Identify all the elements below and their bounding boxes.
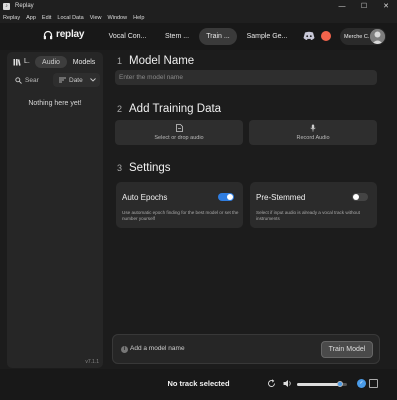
- search-input[interactable]: Sear: [15, 73, 52, 87]
- tab-vocal-conversion[interactable]: Vocal Con...: [100, 28, 155, 45]
- step-number: 2: [117, 104, 123, 114]
- maximize-button[interactable]: ☐: [353, 0, 375, 12]
- segment-audio[interactable]: Audio: [35, 56, 67, 68]
- title-bar: ♪ Replay — ☐ ✕: [0, 0, 397, 12]
- library-icon: [13, 59, 21, 66]
- auto-epochs-title: Auto Epochs: [122, 193, 168, 202]
- train-action-bar: i Add a model name Train Model: [112, 334, 380, 364]
- user-name: Merche C.: [344, 33, 370, 40]
- user-menu[interactable]: Merche C.: [340, 28, 386, 45]
- select-audio-button[interactable]: Select or drop audio: [115, 120, 243, 145]
- file-icon: [175, 124, 183, 132]
- section-title: Settings: [129, 162, 171, 174]
- window-controls: — ☐ ✕: [331, 0, 397, 12]
- info-icon: i: [121, 346, 128, 353]
- microphone-icon: [310, 124, 316, 132]
- player-bar: No track selected ✓: [0, 369, 397, 400]
- app-icon: ♪: [3, 2, 10, 10]
- avatar-image-icon: [370, 29, 385, 44]
- menu-local-data[interactable]: Local Data: [54, 15, 86, 21]
- pre-stemmed-title: Pre-Stemmed: [256, 193, 306, 202]
- auto-epochs-card: Auto Epochs Use automatic epoch finding …: [116, 182, 243, 228]
- step-number: 1: [117, 56, 123, 66]
- patreon-icon[interactable]: [321, 31, 331, 41]
- sort-label: Date: [69, 76, 83, 84]
- section-title: Model Name: [129, 55, 195, 67]
- library-label: L.: [24, 58, 30, 65]
- record-audio-label: Record Audio: [296, 135, 330, 141]
- sort-dropdown[interactable]: Date: [53, 73, 100, 87]
- section-title: Add Training Data: [129, 103, 222, 115]
- search-placeholder: Sear: [25, 76, 39, 84]
- pre-stemmed-card: Pre-Stemmed Select if input audio is alr…: [250, 182, 377, 228]
- step-number: 3: [117, 163, 123, 173]
- tab-train[interactable]: Train ...: [199, 28, 237, 45]
- train-panel: 1 Model Name Enter the model name 2 Add …: [107, 50, 392, 368]
- menu-replay[interactable]: Replay: [0, 15, 23, 21]
- empty-state-message: Nothing here yet!: [28, 100, 82, 107]
- train-model-button[interactable]: Train Model: [321, 341, 373, 358]
- select-audio-label: Select or drop audio: [154, 135, 204, 141]
- step-training-data-header: 2 Add Training Data: [117, 103, 221, 115]
- check-badge-icon[interactable]: ✓: [357, 379, 366, 388]
- step-settings-header: 3 Settings: [117, 162, 171, 174]
- app-header: replay Vocal Con... Stem ... Train ... S…: [0, 23, 397, 50]
- tab-sample-generator[interactable]: Sample Ge...: [241, 28, 293, 45]
- minimize-button[interactable]: —: [331, 0, 353, 12]
- step-model-name-header: 1 Model Name: [117, 55, 194, 67]
- menu-help[interactable]: Help: [130, 15, 147, 21]
- search-icon: [15, 76, 22, 84]
- chevron-down-icon: [89, 78, 96, 82]
- menu-edit[interactable]: Edit: [39, 15, 54, 21]
- headphones-icon: [43, 30, 53, 39]
- model-name-placeholder: Enter the model name: [119, 74, 183, 81]
- auto-epochs-toggle[interactable]: [218, 193, 234, 201]
- validation-hint: Add a model name: [130, 345, 185, 352]
- logo-text: replay: [56, 29, 85, 40]
- model-name-input[interactable]: Enter the model name: [115, 70, 377, 85]
- discord-icon[interactable]: [303, 31, 315, 41]
- volume-fill: [297, 383, 340, 386]
- auto-epochs-description: Use automatic epoch finding for the best…: [122, 210, 239, 221]
- tab-stem-splitter[interactable]: Stem ...: [158, 28, 196, 45]
- replay-logo: replay: [43, 29, 84, 40]
- avatar: [370, 29, 385, 44]
- menu-window[interactable]: Window: [105, 15, 131, 21]
- segment-models[interactable]: Models: [69, 56, 99, 68]
- volume-slider[interactable]: [297, 381, 347, 387]
- volume-icon[interactable]: [283, 379, 293, 388]
- save-icon[interactable]: [369, 379, 378, 388]
- volume-knob[interactable]: [336, 381, 343, 387]
- pre-stemmed-toggle[interactable]: [352, 193, 368, 201]
- close-button[interactable]: ✕: [375, 0, 397, 12]
- library-sidebar: L. Audio Models Sear Date Nothing here y…: [7, 52, 103, 368]
- menu-bar: Replay App Edit Local Data View Window H…: [0, 12, 397, 23]
- pre-stemmed-description: Select if input audio is already a vocal…: [256, 210, 360, 221]
- loop-icon[interactable]: [267, 379, 276, 388]
- sort-icon: [59, 77, 66, 83]
- menu-app[interactable]: App: [23, 15, 39, 21]
- version-label: v7.1.1: [85, 359, 99, 365]
- window-title: Replay: [15, 3, 34, 9]
- menu-view[interactable]: View: [87, 15, 105, 21]
- record-audio-button[interactable]: Record Audio: [249, 120, 377, 145]
